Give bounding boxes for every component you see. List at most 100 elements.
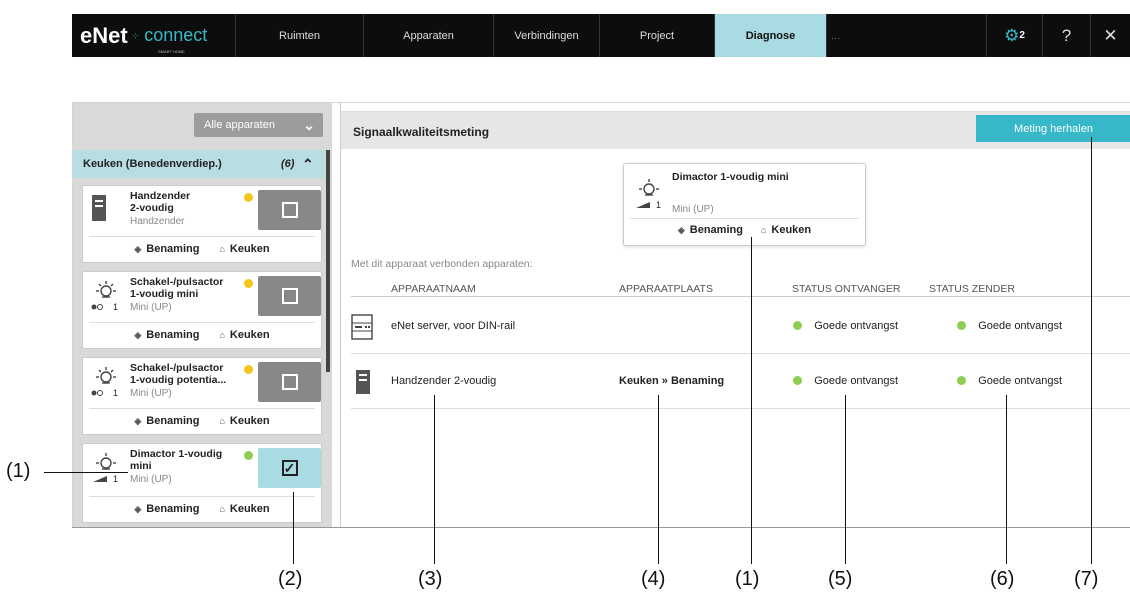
room-group-count: (6): [281, 158, 295, 170]
tag-icon: ◈: [677, 225, 685, 235]
gear-icon: ⚙: [1004, 25, 1020, 45]
checkbox-checked-icon: ✓: [281, 460, 298, 476]
logo-connect: connect: [144, 25, 208, 45]
logo-dots-icon: ⁘: [131, 30, 141, 41]
tab-ruimten[interactable]: Ruimten: [236, 14, 364, 57]
callout-1-left: (1): [6, 460, 31, 482]
sender-status-text: Goede ontvangst: [978, 320, 1063, 332]
logo-main: eNet: [80, 22, 128, 48]
house-icon: ⌂: [219, 416, 225, 426]
row-sender-status: Goede ontvangst: [957, 320, 1062, 332]
card-divider: [630, 218, 859, 219]
column-header-receiver: STATUS ONTVANGER: [792, 283, 901, 295]
switch-actuator-icon: 1: [91, 367, 118, 398]
table-row: Handzender 2-voudig Keuken » Benaming Go…: [351, 355, 1130, 409]
device-room[interactable]: ⌂ Keuken: [219, 329, 269, 341]
settings-badge: 2: [1019, 30, 1025, 41]
status-dot: [244, 193, 253, 202]
room-group-header[interactable]: Keuken (Benedenverdiep.) (6) ⌃: [73, 150, 325, 178]
tab-apparaten[interactable]: Apparaten: [364, 14, 494, 57]
svg-text:1: 1: [656, 200, 661, 210]
settings-button[interactable]: ⚙ 2: [986, 14, 1042, 57]
manual-figure: eNet ⁘ connect SMART HOME Ruimten Appara…: [0, 0, 1130, 593]
chevron-up-icon[interactable]: ⌃: [302, 156, 314, 173]
callout-line-6: [1006, 395, 1007, 564]
device-room[interactable]: ⌂ Keuken: [219, 503, 269, 515]
select-checkbox-checked[interactable]: ✓: [258, 448, 321, 488]
filter-label: Alle apparaten: [204, 119, 275, 131]
card-footer: ◈ Benaming ⌂ Keuken: [624, 224, 865, 236]
room-group-name: Keuken (Benedenverdiep.): [83, 158, 222, 170]
card-divider: [89, 322, 315, 323]
callout-2: (2): [278, 568, 303, 590]
device-card-type: Mini (UP): [130, 388, 172, 399]
device-room[interactable]: ⌂ Keuken: [761, 224, 811, 236]
tag-icon: ◈: [134, 504, 142, 514]
device-room-text: Keuken: [229, 329, 270, 341]
server-din-rail-icon: [351, 314, 373, 340]
device-label[interactable]: ◈ Benaming: [134, 329, 199, 341]
device-card-selected[interactable]: 1 Dimactor 1-voudig mini Mini (UP) ✓ ◈ Ben…: [82, 443, 322, 523]
chevron-down-icon: ⌄: [303, 116, 315, 133]
card-divider: [89, 408, 315, 409]
house-icon: ⌂: [219, 504, 225, 514]
row-device-name: Handzender 2-voudig: [391, 375, 497, 387]
device-room[interactable]: ⌂ Keuken: [219, 243, 269, 255]
status-dot: [957, 321, 966, 330]
status-dot: [957, 376, 966, 385]
column-header-sender: STATUS ZENDER: [929, 283, 1015, 295]
top-navigation-bar: eNet ⁘ connect SMART HOME Ruimten Appara…: [72, 14, 1130, 57]
device-filter-select[interactable]: Alle apparaten ⌄: [194, 113, 323, 137]
enet-logo: eNet ⁘ connect SMART HOME: [72, 14, 236, 57]
callout-7: (7): [1074, 568, 1099, 590]
device-card-name-line2: 1-voudig potentia...: [130, 374, 227, 386]
select-checkbox[interactable]: [258, 276, 321, 316]
device-label[interactable]: ◈ Benaming: [134, 415, 199, 427]
tag-icon: ◈: [134, 244, 142, 254]
tab-project[interactable]: Project: [600, 14, 715, 57]
device-label[interactable]: ◈ Benaming: [134, 503, 199, 515]
tab-verbindingen[interactable]: Verbindingen: [494, 14, 600, 57]
callout-line-5: [845, 395, 846, 564]
help-button[interactable]: ?: [1042, 14, 1090, 57]
checkbox-empty-icon: [281, 202, 298, 218]
row-device-place: Keuken » Benaming: [619, 375, 725, 387]
device-card[interactable]: 1 Schakel-/pulsactor 1-voudig mini Mini (…: [82, 271, 322, 349]
device-label-text: Benaming: [146, 503, 200, 515]
device-card-name: Dimactor 1-voudig mini: [130, 448, 250, 472]
select-checkbox[interactable]: [258, 362, 321, 402]
receiver-status-text: Goede ontvangst: [814, 375, 899, 387]
svg-text:1: 1: [113, 302, 118, 312]
dimmer-actuator-icon: 1: [93, 453, 118, 484]
close-button[interactable]: ✕: [1090, 14, 1130, 57]
device-card-name: Schakel-/pulsactor 1-voudig potentia...: [130, 362, 250, 386]
table-row: eNet server, voor DIN-rail Goede ontvang…: [351, 300, 1130, 354]
card-divider: [89, 496, 315, 497]
tab-diagnose[interactable]: Diagnose: [715, 14, 827, 57]
device-card[interactable]: Handzender 2-voudig Handzender ◈ Benaming …: [82, 185, 322, 263]
device-room-text: Keuken: [771, 224, 812, 236]
device-label[interactable]: ◈ Benaming: [134, 243, 199, 255]
device-room[interactable]: ⌂ Keuken: [219, 415, 269, 427]
dimmer-actuator-icon: 1: [636, 179, 661, 210]
checkbox-empty-icon: [281, 374, 298, 390]
device-label[interactable]: ◈ Benaming: [678, 224, 743, 236]
callout-4: (4): [641, 568, 666, 590]
row-device-name: eNet server, voor DIN-rail: [391, 320, 516, 332]
device-card-name: Schakel-/pulsactor 1-voudig mini: [130, 276, 250, 300]
device-card[interactable]: 1 Schakel-/pulsactor 1-voudig potentia...…: [82, 357, 322, 435]
callout-1-right: (1): [735, 568, 760, 590]
connected-devices-label: Met dit apparaat verbonden apparaten:: [351, 258, 533, 270]
device-card-name-line2: mini: [130, 460, 152, 472]
device-room-text: Keuken: [229, 503, 270, 515]
repeat-measurement-button[interactable]: Meting herhalen: [976, 115, 1130, 142]
row-receiver-status: Goede ontvangst: [793, 375, 898, 387]
column-header-name: APPARAATNAAM: [391, 283, 476, 295]
device-label-text: Benaming: [146, 329, 200, 341]
sidebar-scrollbar[interactable]: [326, 150, 330, 372]
logo-sub: SMART HOME: [158, 49, 185, 54]
handheld-remote-icon: [92, 195, 106, 221]
tab-overflow[interactable]: ...: [827, 14, 986, 57]
select-checkbox[interactable]: [258, 190, 321, 230]
callout-line-1-left: [44, 472, 128, 473]
